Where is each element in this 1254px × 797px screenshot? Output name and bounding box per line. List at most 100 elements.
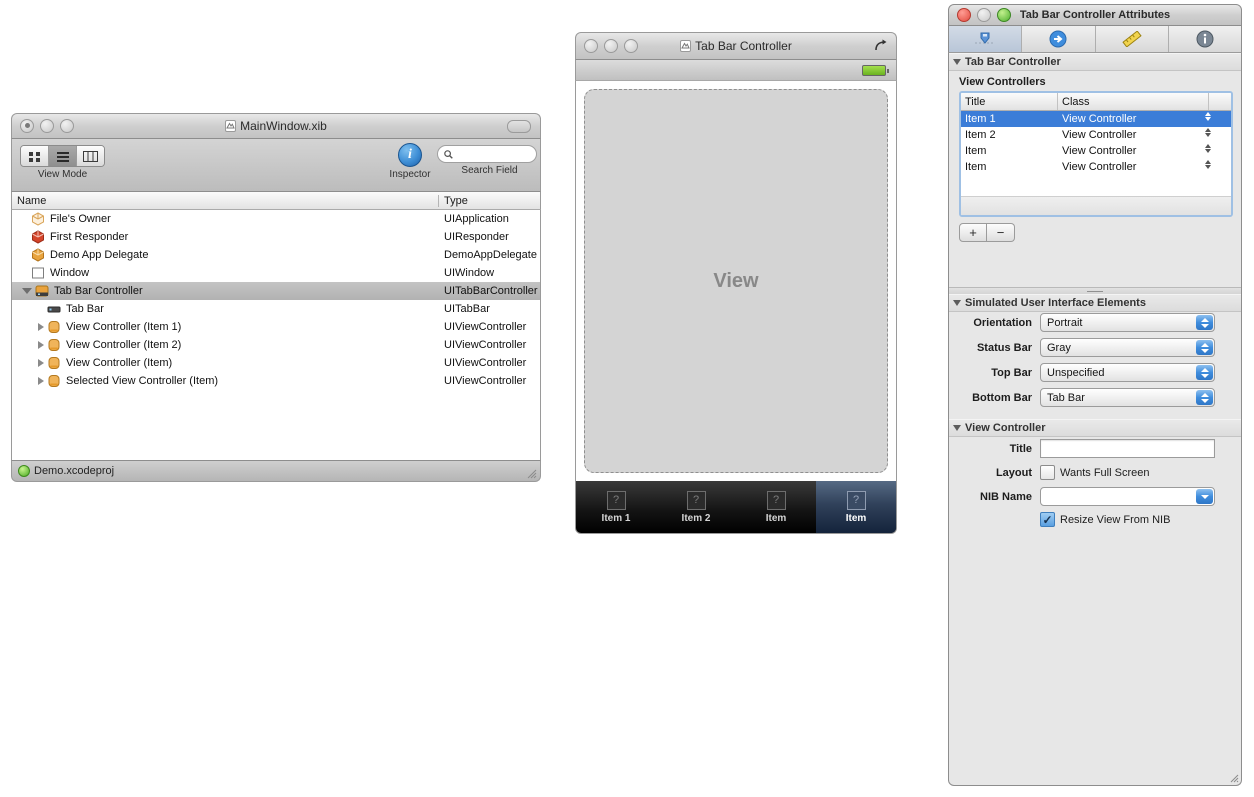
add-view-controller-button[interactable]: +: [959, 223, 987, 242]
outline-row[interactable]: Selected View Controller (Item)UIViewCon…: [12, 372, 540, 390]
simulated-field-popup[interactable]: Portrait: [1040, 313, 1215, 332]
simulated-tab-bar[interactable]: ?Item 1?Item 2?Item?Item: [575, 481, 897, 534]
outline-row[interactable]: Demo App DelegateDemoAppDelegate: [12, 246, 540, 264]
xib-titlebar[interactable]: MainWindow.xib: [11, 113, 541, 139]
nib-name-combobox[interactable]: [1040, 487, 1215, 506]
resize-view-control[interactable]: Resize View From NIB: [1040, 512, 1241, 527]
disclosure-triangle-icon[interactable]: [38, 341, 44, 349]
simulated-tab-item[interactable]: ?Item: [816, 481, 896, 533]
disclosure-triangle-icon[interactable]: [953, 425, 961, 431]
simulated-field-popup[interactable]: Gray: [1040, 338, 1215, 357]
view-controller-title-cell[interactable]: Item 1: [961, 113, 1058, 125]
close-button[interactable]: [20, 119, 34, 133]
view-controller-row[interactable]: Item 2View Controller: [961, 127, 1231, 143]
disclosure-triangle-icon[interactable]: [22, 288, 32, 294]
outline-row[interactable]: First ResponderUIResponder: [12, 228, 540, 246]
outline-row[interactable]: View Controller (Item 1)UIViewController: [12, 318, 540, 336]
view-controllers-rows[interactable]: Item 1View ControllerItem 2View Controll…: [961, 111, 1231, 196]
view-controller-stepper[interactable]: [1205, 160, 1211, 169]
minimize-button[interactable]: [40, 119, 54, 133]
stepper-arrows-icon[interactable]: [1196, 340, 1213, 355]
column-view-segment[interactable]: [77, 146, 104, 166]
close-button[interactable]: [957, 8, 971, 22]
tbc-titlebar[interactable]: Tab Bar Controller: [575, 32, 897, 60]
title-input[interactable]: [1040, 439, 1215, 458]
xib-window-controls[interactable]: [20, 119, 74, 133]
column-header-name[interactable]: Name: [12, 195, 439, 207]
section-header-simulated[interactable]: Simulated User Interface Elements: [949, 294, 1241, 312]
identity-tab[interactable]: [1169, 26, 1241, 52]
section-header-tab-bar-controller[interactable]: Tab Bar Controller: [949, 53, 1241, 71]
tbc-window-controls[interactable]: [584, 39, 638, 53]
view-controller-row[interactable]: Item 1View Controller: [961, 111, 1231, 127]
inspector-titlebar[interactable]: Tab Bar Controller Attributes: [948, 4, 1242, 26]
attributes-tab[interactable]: [949, 26, 1022, 52]
search-input[interactable]: [437, 145, 537, 163]
view-controller-row[interactable]: ItemView Controller: [961, 159, 1231, 175]
resize-grip[interactable]: [525, 467, 537, 479]
inspector-window-controls[interactable]: [957, 8, 1011, 22]
outline-row[interactable]: Tab BarUITabBar: [12, 300, 540, 318]
chevron-down-icon[interactable]: [1196, 489, 1213, 504]
view-controller-title-cell[interactable]: Item 2: [961, 129, 1058, 141]
disclosure-triangle-icon[interactable]: [38, 323, 44, 331]
outline-row[interactable]: Tab Bar ControllerUITabBarController: [12, 282, 540, 300]
view-controller-row[interactable]: ItemView Controller: [961, 143, 1231, 159]
inspector-window[interactable]: Tab Bar Controller Attributes: [948, 4, 1242, 784]
outline-row[interactable]: View Controller (Item 2)UIViewController: [12, 336, 540, 354]
view-controllers-table[interactable]: Title Class Item 1View ControllerItem 2V…: [959, 91, 1233, 217]
simulated-tab-item[interactable]: ?Item: [736, 481, 816, 533]
column-header-title[interactable]: Title: [961, 93, 1058, 110]
stepper-arrows-icon[interactable]: [1196, 315, 1213, 330]
design-canvas[interactable]: View: [575, 81, 897, 481]
view-controller-stepper[interactable]: [1205, 128, 1211, 137]
inspector-toolbar-item[interactable]: i Inspector: [387, 143, 433, 180]
remove-view-controller-button[interactable]: −: [987, 223, 1015, 242]
view-placeholder[interactable]: View: [584, 89, 888, 473]
wants-full-screen-control[interactable]: Wants Full Screen: [1040, 465, 1149, 480]
resize-grip[interactable]: [1228, 772, 1239, 783]
inspector-tab-bar[interactable]: [948, 26, 1242, 53]
connections-arrow-icon[interactable]: [874, 39, 888, 53]
minimize-button[interactable]: [604, 39, 618, 53]
icon-view-segment[interactable]: [21, 146, 49, 166]
view-controller-stepper[interactable]: [1205, 144, 1211, 153]
outline-view[interactable]: File's OwnerUIApplicationFirst Responder…: [11, 210, 541, 460]
wants-full-screen-checkbox[interactable]: [1040, 465, 1055, 480]
disclosure-triangle-icon[interactable]: [953, 59, 961, 65]
zoom-button[interactable]: [624, 39, 638, 53]
simulated-tab-item[interactable]: ?Item 1: [576, 481, 656, 533]
outline-row[interactable]: View Controller (Item)UIViewController: [12, 354, 540, 372]
outline-row[interactable]: WindowUIWindow: [12, 264, 540, 282]
view-controller-title-cell[interactable]: Item: [961, 161, 1058, 173]
inspector-button[interactable]: i: [398, 143, 422, 167]
list-view-segment[interactable]: [49, 146, 77, 166]
disclosure-triangle-icon[interactable]: [38, 359, 44, 367]
view-controller-stepper[interactable]: [1205, 112, 1211, 121]
tab-bar-controller-window[interactable]: Tab Bar Controller View ?Item 1?Item 2?I…: [575, 32, 897, 540]
close-button[interactable]: [584, 39, 598, 53]
resize-view-from-nib-checkbox[interactable]: [1040, 512, 1055, 527]
section-header-view-controller[interactable]: View Controller: [949, 419, 1241, 437]
stepper-arrows-icon[interactable]: [1196, 365, 1213, 380]
minimize-button[interactable]: [977, 8, 991, 22]
connections-tab[interactable]: [1022, 26, 1095, 52]
add-remove-controls[interactable]: + −: [959, 223, 1233, 242]
view-controller-title-cell[interactable]: Item: [961, 145, 1058, 157]
stepper-arrows-icon[interactable]: [1196, 390, 1213, 405]
column-header-class[interactable]: Class: [1058, 93, 1209, 110]
size-tab[interactable]: [1096, 26, 1169, 52]
mainwindow-xib-window[interactable]: MainWindow.xib: [11, 113, 541, 475]
toolbar-toggle-button[interactable]: [507, 120, 531, 133]
disclosure-triangle-icon[interactable]: [953, 300, 961, 306]
simulated-tab-item[interactable]: ?Item 2: [656, 481, 736, 533]
view-mode-control[interactable]: View Mode: [20, 145, 105, 180]
simulated-field-popup[interactable]: Tab Bar: [1040, 388, 1215, 407]
zoom-button[interactable]: [997, 8, 1011, 22]
view-mode-segmented[interactable]: [20, 145, 105, 167]
column-header-type[interactable]: Type: [439, 195, 468, 207]
disclosure-triangle-icon[interactable]: [38, 377, 44, 385]
outline-row[interactable]: File's OwnerUIApplication: [12, 210, 540, 228]
zoom-button[interactable]: [60, 119, 74, 133]
search-toolbar-item[interactable]: Search Field: [437, 145, 542, 176]
